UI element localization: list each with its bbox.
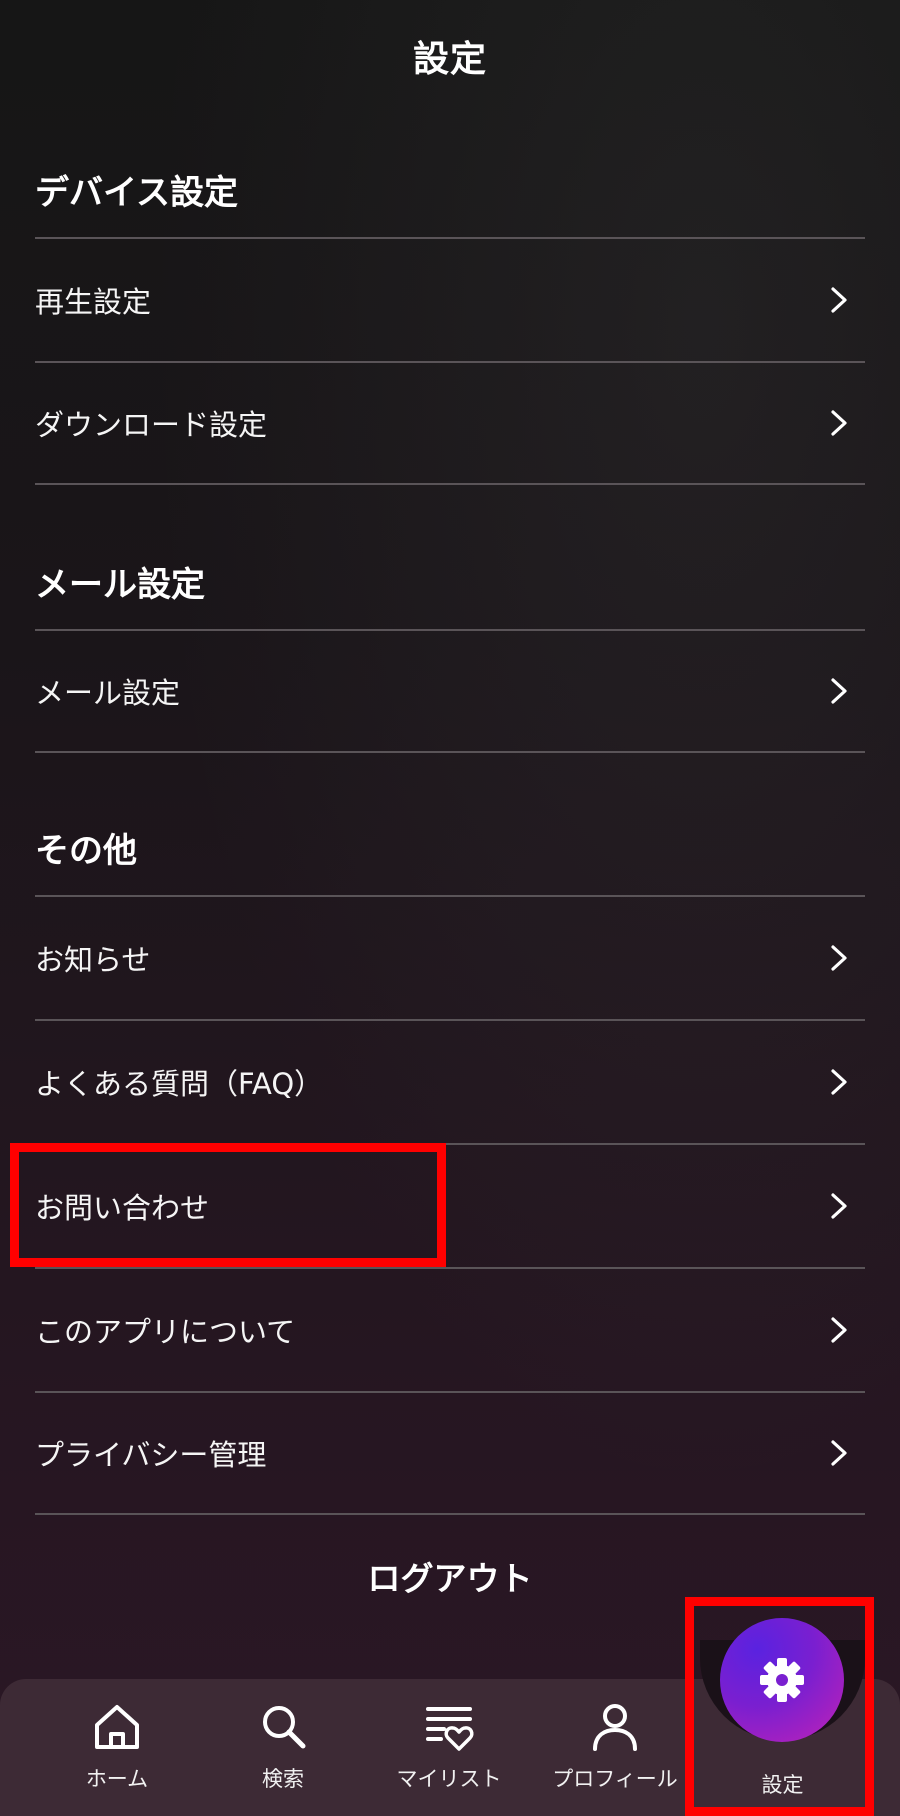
chevron-right-icon xyxy=(831,945,847,971)
section-header-other: その他 xyxy=(35,831,137,871)
settings-item-label: プライバシー管理 xyxy=(35,1438,267,1472)
settings-item-label: 再生設定 xyxy=(35,285,152,319)
mylist-heart-icon xyxy=(426,1707,474,1751)
tab-home[interactable]: ホーム xyxy=(42,1697,192,1793)
tab-search[interactable]: 検索 xyxy=(208,1697,358,1793)
settings-item-about-app[interactable]: このアプリについて xyxy=(35,1267,865,1391)
chevron-right-icon xyxy=(831,1069,847,1095)
settings-item-label: お知らせ xyxy=(35,943,151,977)
home-icon xyxy=(95,1705,139,1749)
section-header-device: デバイス設定 xyxy=(35,173,238,213)
tab-mylist[interactable]: マイリスト xyxy=(374,1697,524,1793)
tab-profile[interactable]: プロフィール xyxy=(540,1697,690,1793)
chevron-right-icon xyxy=(831,1440,847,1466)
settings-item-download[interactable]: ダウンロード設定 xyxy=(35,361,865,485)
highlight-box-contact xyxy=(10,1143,446,1267)
settings-item-playback[interactable]: 再生設定 xyxy=(35,237,865,361)
chevron-right-icon xyxy=(831,1317,847,1343)
settings-item-mail[interactable]: メール設定 xyxy=(35,629,865,753)
chevron-right-icon xyxy=(831,1193,847,1219)
section-header-mail: メール設定 xyxy=(35,565,205,605)
settings-item-faq[interactable]: よくある質問（FAQ） xyxy=(35,1019,865,1143)
chevron-right-icon xyxy=(831,410,847,436)
tab-label: マイリスト xyxy=(396,1767,502,1791)
settings-item-label: メール設定 xyxy=(35,676,181,710)
settings-item-label: ダウンロード設定 xyxy=(35,408,268,442)
tab-label: 検索 xyxy=(262,1767,304,1791)
chevron-right-icon xyxy=(831,287,847,313)
search-icon xyxy=(263,1706,306,1749)
profile-icon xyxy=(593,1704,637,1751)
highlight-box-settings-tab xyxy=(685,1597,874,1816)
page-title: 設定 xyxy=(412,39,487,80)
settings-item-news[interactable]: お知らせ xyxy=(35,895,865,1019)
settings-item-label: よくある質問（FAQ） xyxy=(35,1067,324,1101)
tab-label: プロフィール xyxy=(552,1767,678,1791)
settings-item-label: このアプリについて xyxy=(35,1315,296,1349)
settings-screen: 設定 デバイス設定 再生設定 ダウンロード設定 メール設定 メール設定 その他 … xyxy=(0,0,900,1816)
logout-button[interactable]: ログアウト xyxy=(0,1552,900,1600)
chevron-right-icon xyxy=(831,678,847,704)
tab-label: ホーム xyxy=(85,1767,149,1791)
settings-item-privacy[interactable]: プライバシー管理 xyxy=(35,1391,865,1515)
